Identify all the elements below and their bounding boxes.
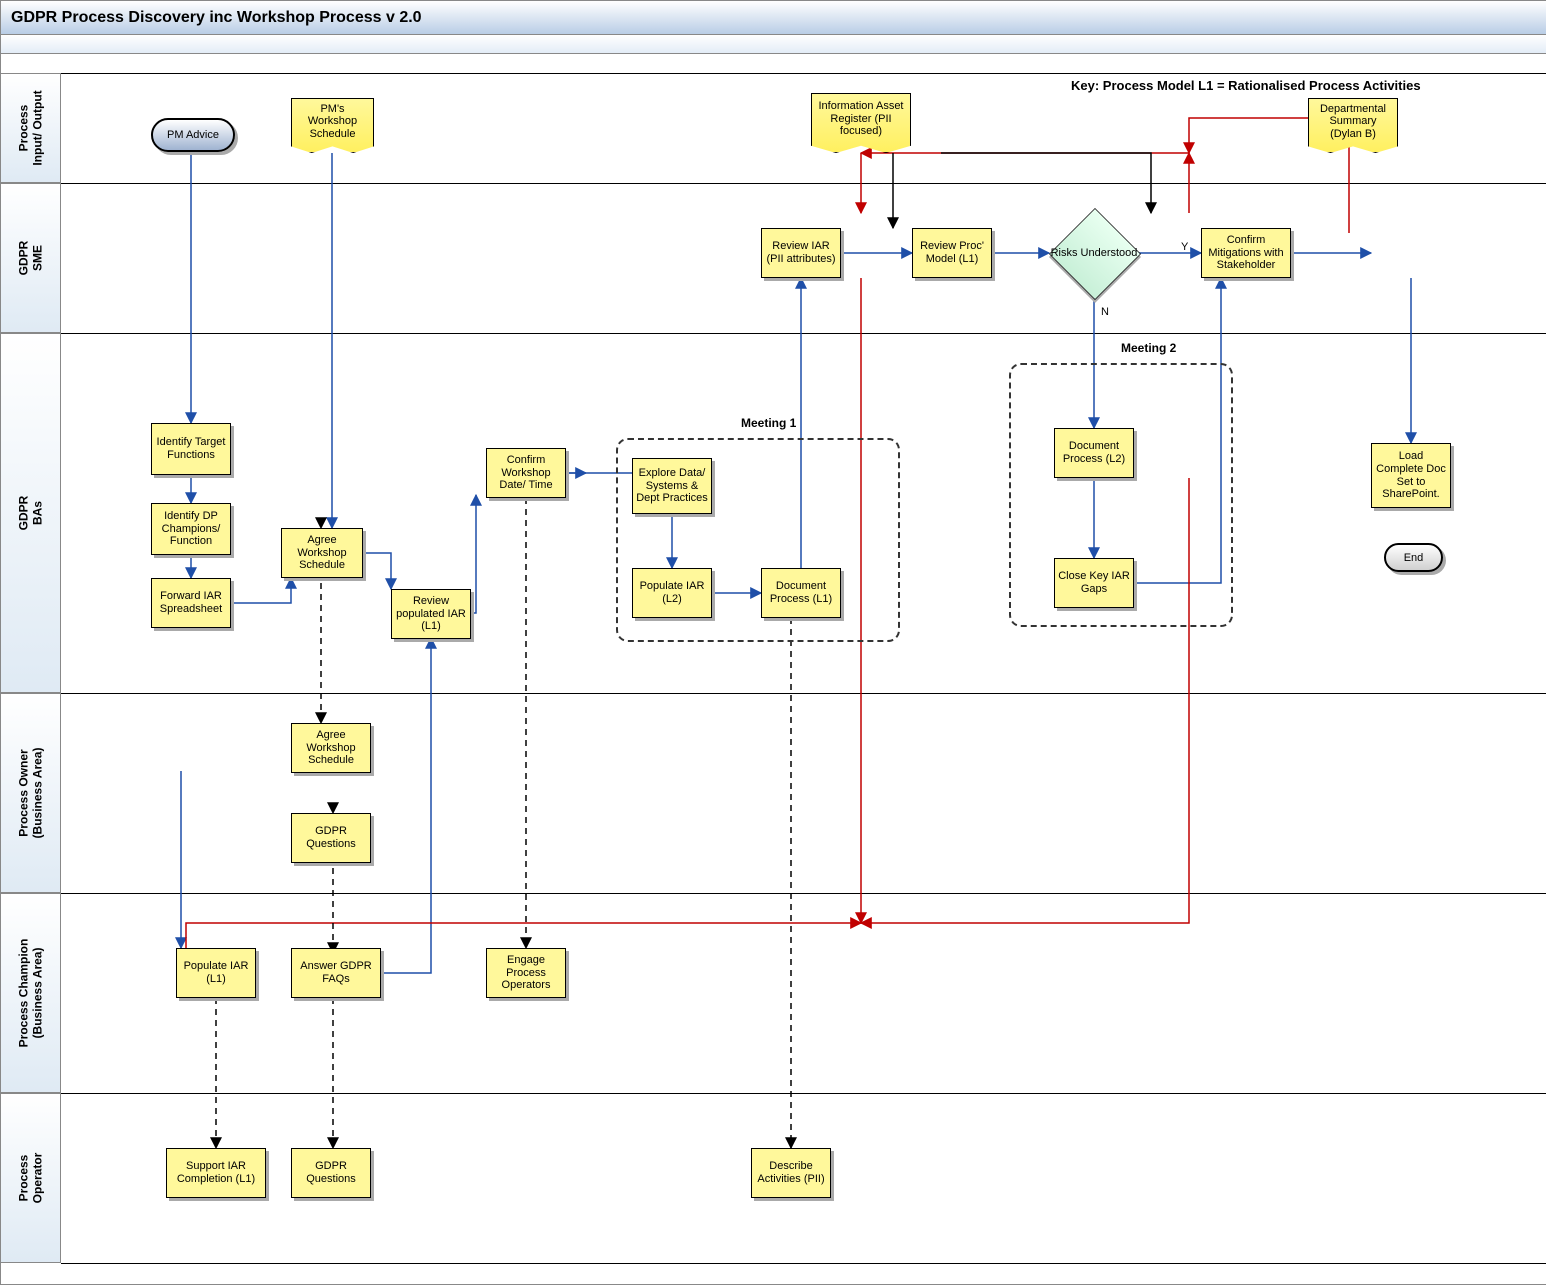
box-describe-activities: Describe Activities (PII) xyxy=(751,1148,831,1198)
label-yes: Y xyxy=(1181,241,1188,253)
box-confirm-workshop-date: Confirm Workshop Date/ Time xyxy=(486,448,566,498)
box-explore-data: Explore Data/ Systems & Dept Practices xyxy=(632,458,712,514)
box-identify-target-functions: Identify Target Functions xyxy=(151,423,231,475)
box-agree-workshop-schedule-owner: Agree Workshop Schedule xyxy=(291,723,371,773)
terminator-pm-advice: PM Advice xyxy=(151,118,235,152)
box-agree-workshop-schedule: Agree Workshop Schedule xyxy=(281,528,363,578)
lane-bas: GDPR BAs xyxy=(1,333,61,693)
box-answer-gdpr-faqs: Answer GDPR FAQs xyxy=(291,948,381,998)
terminator-end: End xyxy=(1384,543,1443,572)
box-review-populated-iar: Review populated IAR (L1) xyxy=(391,589,471,639)
lane-sme: GDPR SME xyxy=(1,183,61,333)
box-gdpr-questions-owner: GDPR Questions xyxy=(291,813,371,863)
box-close-key-iar-gaps: Close Key IAR Gaps xyxy=(1054,558,1134,608)
lane-operator: Process Operator xyxy=(1,1093,61,1263)
box-review-iar-pii: Review IAR (PII attributes) xyxy=(761,228,841,278)
lane-champion: Process Champion (Business Area) xyxy=(1,893,61,1093)
doc-pm-workshop-schedule: PM's Workshop Schedule xyxy=(291,98,374,153)
box-support-iar-completion: Support IAR Completion (L1) xyxy=(166,1148,266,1198)
box-document-process-l1: Document Process (L1) xyxy=(761,568,841,618)
box-populate-iar-l2: Populate IAR (L2) xyxy=(632,568,712,618)
box-engage-process-operators: Engage Process Operators xyxy=(486,948,566,998)
label-meeting-1: Meeting 1 xyxy=(741,416,796,430)
box-identify-dp-champions: Identify DP Champions/ Function xyxy=(151,503,231,555)
key-text: Key: Process Model L1 = Rationalised Pro… xyxy=(1071,78,1421,93)
box-gdpr-questions-op: GDPR Questions xyxy=(291,1148,371,1198)
lane-owner: Process Owner (Business Area) xyxy=(1,693,61,893)
box-forward-iar-spreadsheet: Forward IAR Spreadsheet xyxy=(151,578,231,628)
box-load-complete-doc-set: Load Complete Doc Set to SharePoint. xyxy=(1371,443,1451,508)
box-document-process-l2: Document Process (L2) xyxy=(1054,428,1134,478)
lane-io: Process Input/ Output xyxy=(1,73,61,183)
box-populate-iar-l1: Populate IAR (L1) xyxy=(176,948,256,998)
doc-info-asset-register: Information Asset Register (PII focused) xyxy=(811,93,911,153)
label-no: N xyxy=(1101,306,1109,318)
page-title: GDPR Process Discovery inc Workshop Proc… xyxy=(1,1,1546,35)
box-review-proc-model: Review Proc' Model (L1) xyxy=(912,228,992,278)
decision-risks-understood: Risks Understood xyxy=(1049,208,1139,298)
sub-bar xyxy=(1,35,1546,54)
label-meeting-2: Meeting 2 xyxy=(1121,341,1176,355)
doc-dept-summary: Departmental Summary (Dylan B) xyxy=(1308,98,1398,153)
box-confirm-mitigations: Confirm Mitigations with Stakeholder xyxy=(1201,228,1291,278)
diagram-canvas: Process Input/ Output GDPR SME GDPR BAs … xyxy=(1,53,1546,1284)
